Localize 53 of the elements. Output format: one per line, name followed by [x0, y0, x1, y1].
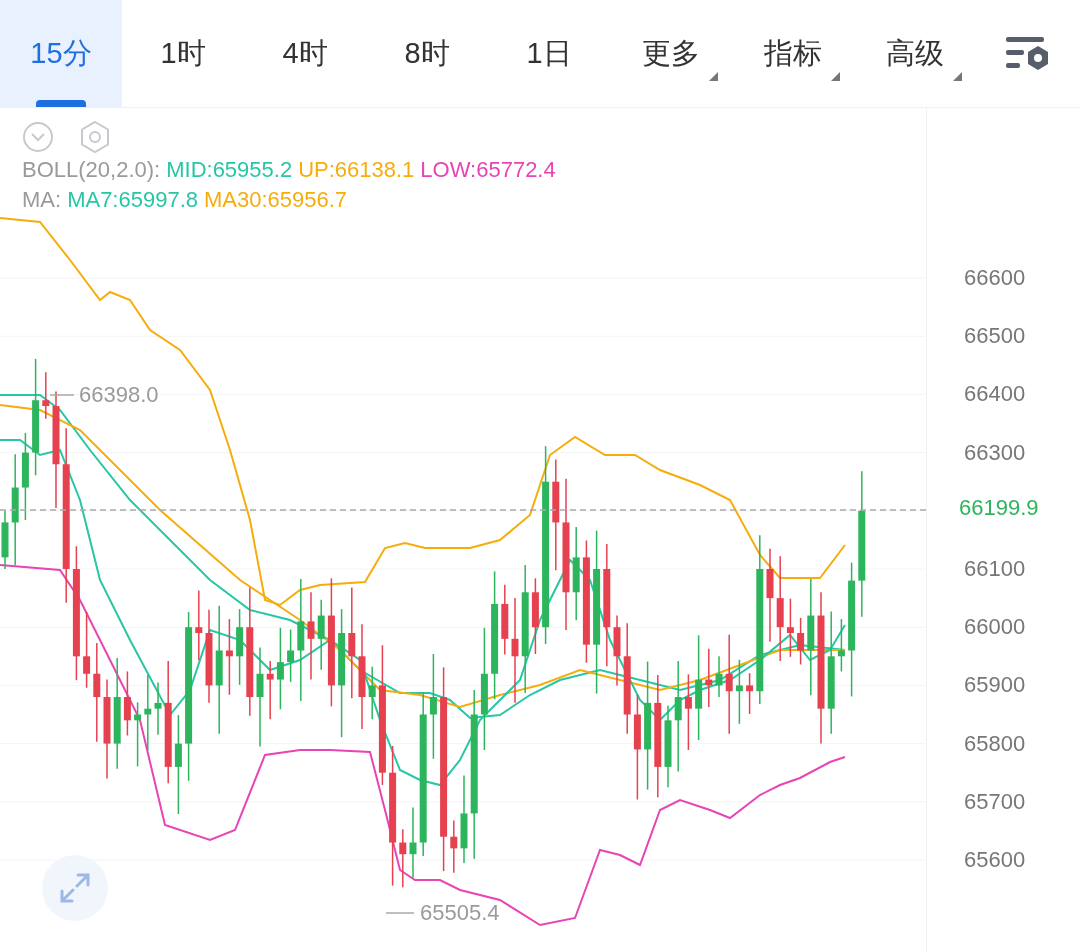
dropdown-corner-icon: [831, 72, 840, 81]
candlestick: [1, 510, 9, 570]
timeframe-tab[interactable]: 高级: [854, 0, 976, 107]
leader-line: [49, 394, 75, 396]
candlestick: [705, 648, 713, 708]
candlestick: [797, 617, 805, 666]
price-axis-label: 65800: [964, 729, 1026, 758]
candlestick: [134, 701, 142, 768]
candlestick: [837, 618, 845, 673]
indicator-value: LOW:65772.4: [420, 156, 556, 184]
price-axis-label: 66600: [964, 264, 1026, 292]
candlestick: [450, 819, 458, 874]
indicator-name: BOLL(20,2.0):: [22, 156, 161, 184]
indicator-value: MA30:65956.7: [204, 186, 348, 214]
candlestick: [317, 599, 325, 671]
leader-line: [385, 912, 415, 914]
price-axis-label: 66100: [964, 555, 1026, 583]
price-axis-label: 66300: [964, 438, 1026, 467]
candlestick: [287, 628, 295, 683]
selected-tab-indicator: [36, 100, 86, 107]
timeframe-tab[interactable]: 更多: [610, 0, 732, 107]
timeframe-tab[interactable]: 1时: [122, 0, 244, 107]
candlestick: [368, 666, 376, 720]
candlestick: [786, 597, 794, 658]
chevron-down-circle-icon[interactable]: [22, 121, 54, 153]
indicator-value: MID:65955.2: [166, 156, 293, 184]
indicator-name: MA:: [22, 186, 62, 214]
candlestick: [735, 659, 743, 725]
candlestick: [399, 828, 407, 889]
price-axis-label: 66000: [964, 613, 1026, 642]
hexagon-settings-icon[interactable]: [78, 120, 112, 154]
indicator-value: MA7:65997.8: [67, 186, 198, 214]
dropdown-corner-icon: [709, 72, 718, 81]
candlestick: [715, 655, 723, 698]
price-axis-label: 65600: [964, 846, 1026, 874]
low-price-marker: 65505.4: [420, 899, 500, 927]
timeframe-tab[interactable]: 4时: [244, 0, 366, 107]
price-axis-label: 66400: [964, 380, 1026, 409]
candlestick: [266, 660, 274, 720]
timeframe-tab[interactable]: 15分: [0, 0, 122, 107]
indicator-value: UP:66138.1: [298, 156, 415, 184]
candlestick: [746, 672, 754, 715]
timeframe-tab[interactable]: 1日: [488, 0, 610, 107]
expand-arrows-icon: [58, 871, 92, 905]
timeframe-tab[interactable]: 8时: [366, 0, 488, 107]
price-axis-label: 66500: [964, 322, 1026, 351]
timeframe-tab[interactable]: 指标: [732, 0, 854, 107]
price-axis-label: 65900: [964, 671, 1026, 700]
price-axis-label: 65700: [964, 787, 1026, 816]
candlestick: [154, 681, 162, 736]
candlestick: [42, 371, 50, 420]
candlestick: [123, 670, 131, 737]
dropdown-corner-icon: [953, 72, 962, 81]
